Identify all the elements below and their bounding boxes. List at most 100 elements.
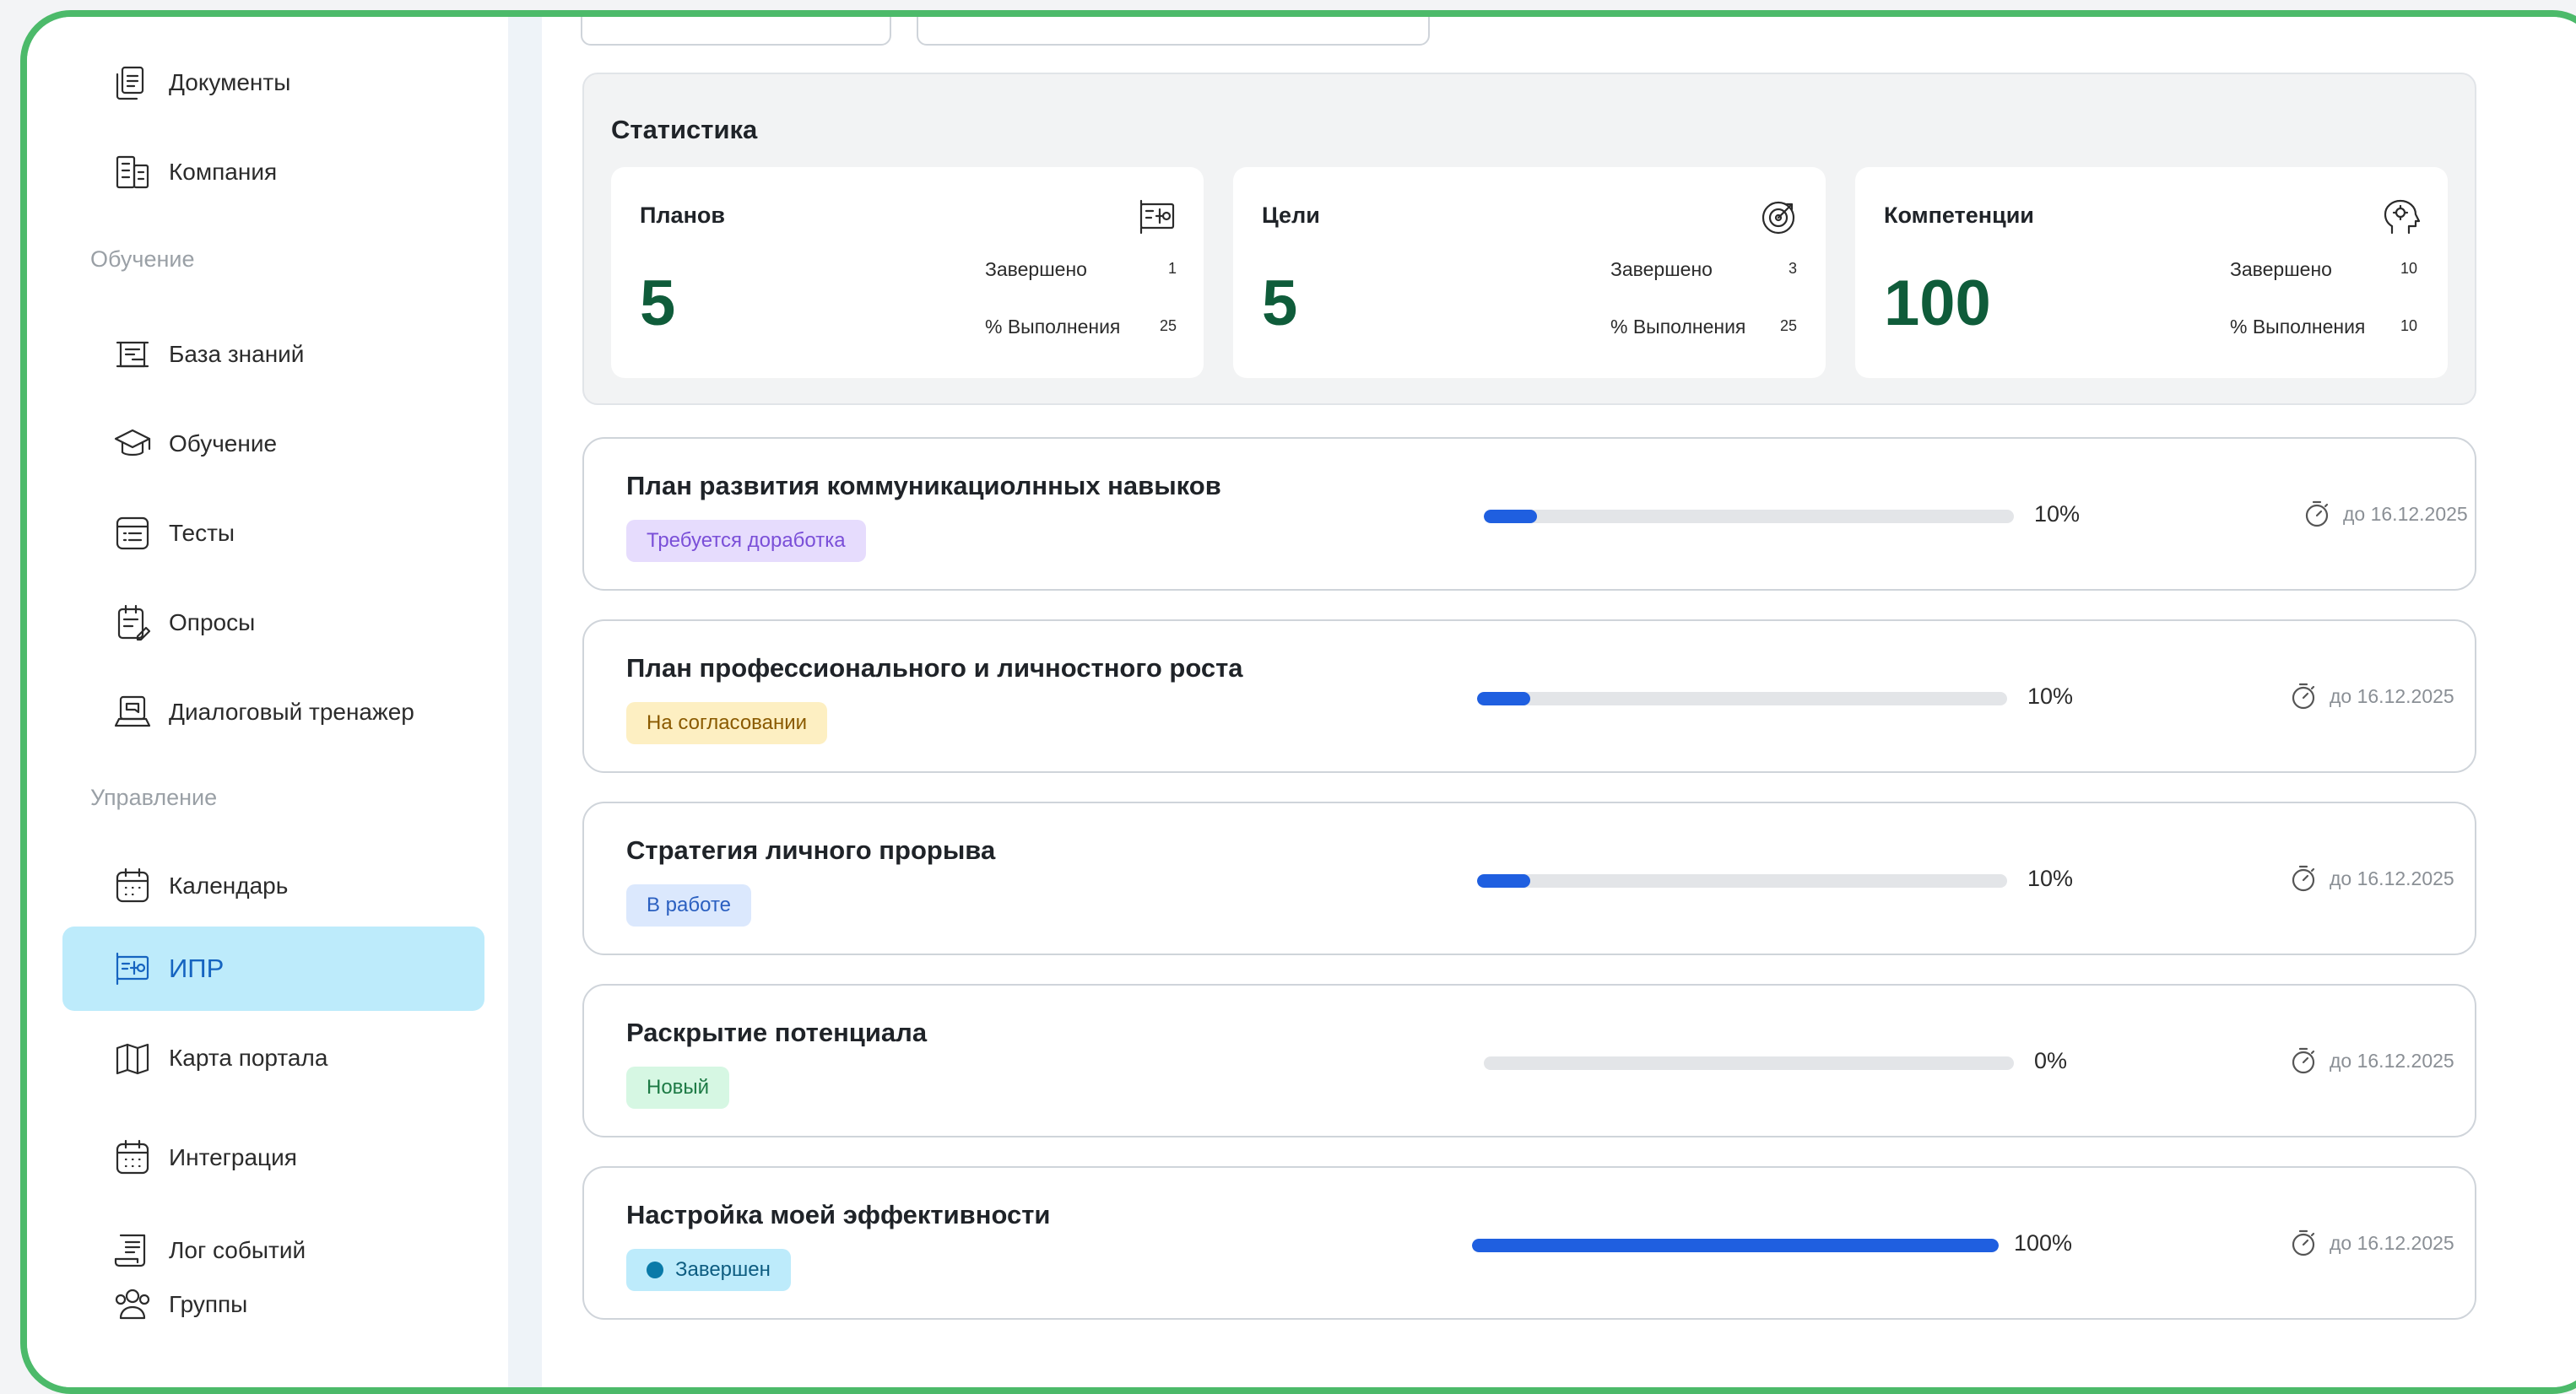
progress-percent: 100% [2014, 1230, 2073, 1256]
progress-percent: 10% [2034, 501, 2081, 527]
plan-title: Стратегия личного прорыва [626, 835, 996, 865]
sidebar-item-documents[interactable]: Документы [62, 41, 484, 125]
stat-card-value: 5 [640, 267, 676, 339]
timer-icon [2292, 1229, 2315, 1256]
completed-value: 3 [1788, 260, 1797, 277]
completed-label: Завершено [985, 258, 1087, 280]
status-badge: На согласовании [626, 702, 828, 744]
completed-label: Завершено [1610, 258, 1713, 280]
due-date: до 16.12.2025 [2289, 864, 2454, 893]
due-date-text: до 16.12.2025 [2330, 1049, 2454, 1072]
sidebar-item-knowledge-base[interactable]: База знаний [62, 312, 484, 397]
documents-icon [111, 62, 154, 104]
status-text: В работе [647, 894, 732, 916]
sidebar-item-calendar[interactable]: Календарь [62, 844, 484, 928]
statistics-title: Статистика [611, 115, 758, 144]
head-gears-icon [2380, 196, 2422, 238]
knowledge-base-icon [111, 333, 154, 376]
plan-row[interactable]: Стратегия личного прорыва В работе 10% д… [582, 802, 2476, 955]
survey-icon [111, 602, 154, 644]
completed-label: Завершено [2230, 258, 2332, 280]
top-filter-button[interactable] [581, 17, 891, 46]
progress-fill [1472, 1239, 1999, 1252]
plan-board-icon [1136, 196, 1178, 238]
calendar-icon [111, 865, 154, 907]
sidebar-item-portal-map[interactable]: Карта портала [62, 1016, 484, 1100]
ipr-icon [111, 948, 154, 990]
status-text: На согласовании [647, 711, 808, 734]
groups-icon [111, 1283, 154, 1326]
top-search-field[interactable] [917, 17, 1430, 46]
stat-card-plans: Планов 5 Завершено 1 % Выполнения 25 [611, 167, 1204, 378]
sidebar-item-dialog-trainer[interactable]: Диалоговый тренажер [62, 670, 484, 754]
status-dot [647, 1262, 663, 1278]
due-date: до 16.12.2025 [2289, 1046, 2454, 1075]
plan-title: План профессионального и личностного рос… [626, 653, 1243, 683]
due-date-text: до 16.12.2025 [2330, 684, 2454, 707]
progress-fill [1477, 874, 1530, 888]
plan-row[interactable]: Настройка моей эффективности Завершен 10… [582, 1166, 2476, 1320]
plan-title: План развития коммуникациолнных навыков [626, 471, 1221, 500]
status-text: Требуется доработка [647, 529, 846, 552]
completed-value: 10 [2400, 260, 2417, 277]
timer-icon [2292, 865, 2315, 892]
company-icon [111, 151, 154, 193]
due-date-text: до 16.12.2025 [2343, 502, 2468, 525]
status-text: Новый [647, 1076, 710, 1099]
main-content: Статистика Планов 5 Завершено 1 % Выполн… [542, 17, 2576, 1387]
status-badge: Требуется доработка [626, 520, 866, 562]
sidebar-item-surveys[interactable]: Опросы [62, 581, 484, 665]
percent-label: % Выполнения [2230, 316, 2366, 338]
stat-card-competencies: Компетенции 100 Завершено 10 % Выполнени… [1855, 167, 2448, 378]
timer-icon [2305, 500, 2329, 527]
due-date: до 16.12.2025 [2289, 1229, 2454, 1257]
percent-value: 25 [1159, 317, 1177, 334]
graduation-cap-icon [111, 423, 154, 465]
sidebar-item-ipr[interactable]: ИПР [62, 927, 484, 1011]
stat-card-value: 100 [1884, 267, 1991, 339]
timer-icon [2292, 1047, 2315, 1074]
due-date: до 16.12.2025 [2303, 500, 2468, 528]
progress-percent: 10% [2027, 866, 2074, 891]
sidebar-item-learning[interactable]: Обучение [62, 402, 484, 486]
stat-card-title: Компетенции [1884, 203, 2034, 228]
progress-bar [1484, 510, 2014, 523]
plan-row[interactable]: Раскрытие потенциала Новый 0% до 16.12.2… [582, 984, 2476, 1137]
sidebar-item-company[interactable]: Компания [62, 130, 484, 214]
due-date: до 16.12.2025 [2289, 682, 2454, 711]
percent-label: % Выполнения [1610, 316, 1746, 338]
plan-row[interactable]: План развития коммуникациолнных навыков … [582, 437, 2476, 591]
status-badge: В работе [626, 884, 752, 927]
statistics-panel: Статистика Планов 5 Завершено 1 % Выполн… [582, 73, 2476, 405]
plan-row[interactable]: План профессионального и личностного рос… [582, 619, 2476, 773]
sidebar-item-integration[interactable]: Интеграция [62, 1116, 484, 1200]
percent-label: % Выполнения [985, 316, 1121, 338]
sidebar: Документы Компания Обучение База знаний … [27, 17, 508, 1387]
status-text: Завершен [675, 1258, 771, 1281]
stat-card-value: 5 [1262, 267, 1298, 339]
due-date-text: до 16.12.2025 [2330, 867, 2454, 889]
integration-icon [111, 1137, 154, 1179]
section-label-learning: Обучение [90, 246, 195, 272]
app-frame: Документы Компания Обучение База знаний … [20, 10, 2576, 1394]
sidebar-item-tests[interactable]: Тесты [62, 491, 484, 575]
completed-value: 1 [1167, 260, 1177, 277]
progress-bar [1477, 874, 2007, 888]
status-badge: Новый [626, 1067, 730, 1109]
map-icon [111, 1037, 154, 1079]
status-badge: Завершен [626, 1249, 791, 1291]
plan-title: Раскрытие потенциала [626, 1018, 928, 1047]
progress-bar [1484, 1056, 2014, 1070]
section-label-management: Управление [90, 785, 218, 810]
progress-fill [1477, 692, 1530, 705]
percent-value: 25 [1779, 317, 1797, 334]
stat-card-goals: Цели 5 Завершено 3 % Выполнения 25 [1233, 167, 1826, 378]
plan-title: Настройка моей эффективности [626, 1200, 1051, 1229]
tests-icon [111, 512, 154, 554]
dialog-trainer-icon [111, 691, 154, 733]
progress-percent: 0% [2034, 1048, 2068, 1073]
stat-card-title: Цели [1262, 203, 1320, 228]
progress-bar [1472, 1239, 1999, 1252]
sidebar-item-groups[interactable]: Группы [62, 1262, 484, 1347]
timer-icon [2292, 683, 2315, 710]
